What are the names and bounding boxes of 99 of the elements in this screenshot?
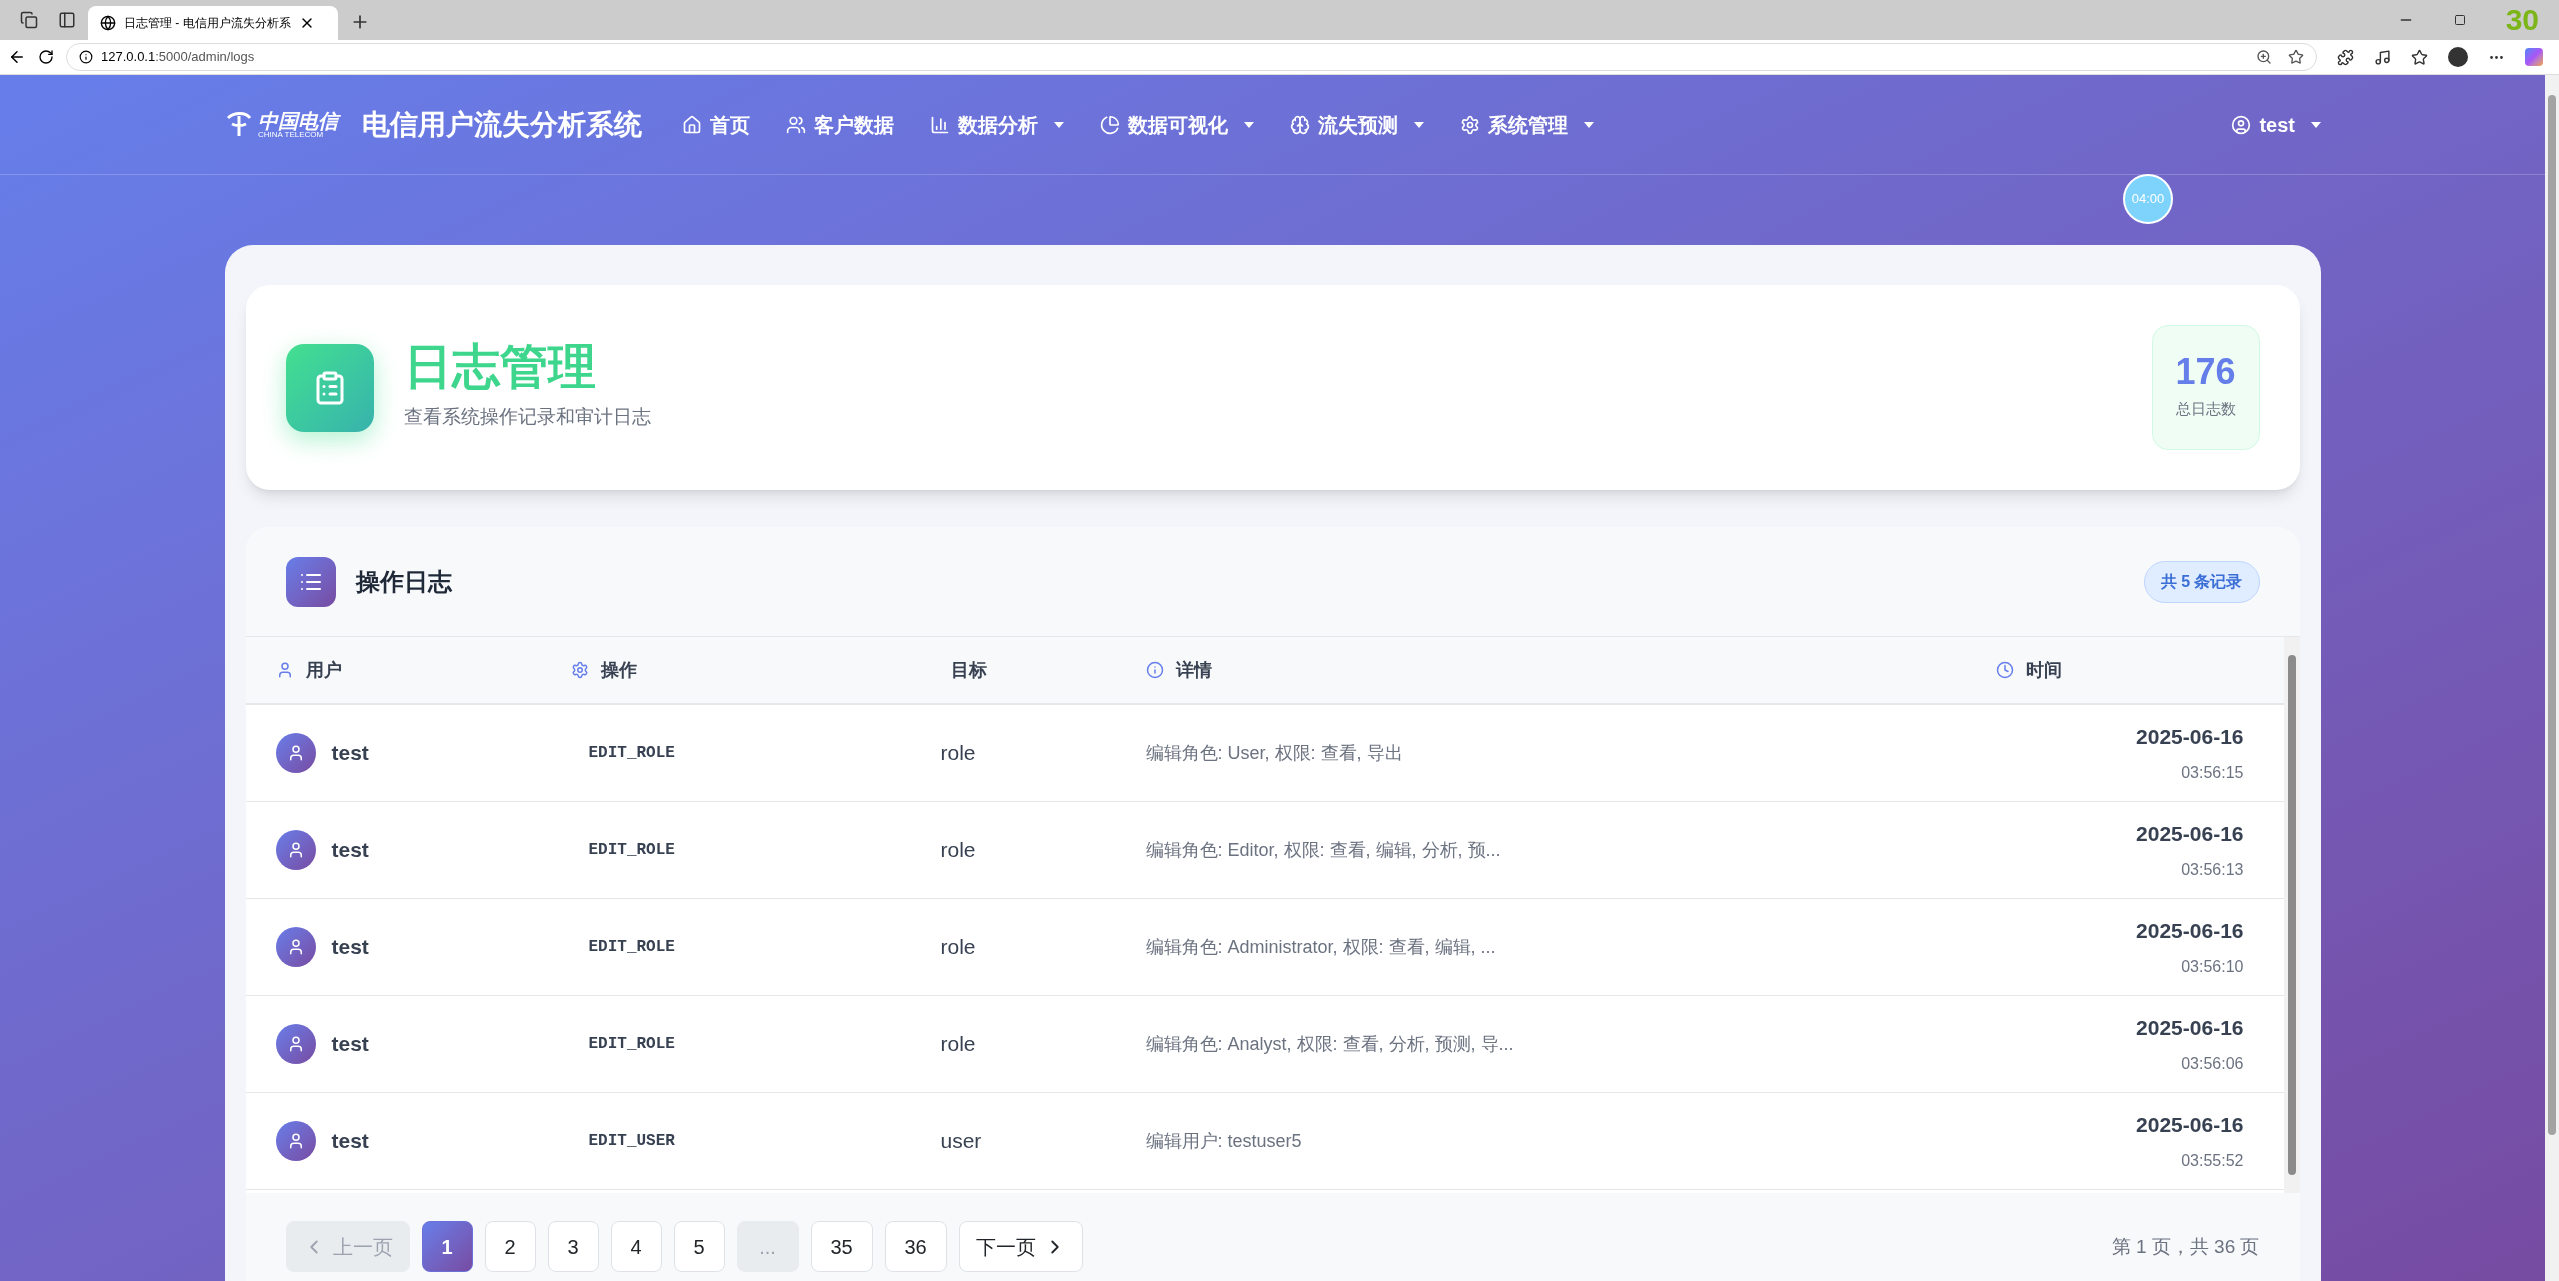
nav-link[interactable]: 数据可视化 [1100,109,1254,140]
page-button[interactable]: 4 [610,1221,662,1272]
table-cell-text: 03:56:10 [2181,956,2244,977]
caret-icon [2311,121,2321,128]
page-button[interactable]: 5 [673,1221,725,1272]
action-code: EDIT_ROLE [587,743,676,764]
table-cell-text: test [331,837,369,864]
tab-title: 日志管理 - 电信用户流失分析系 [124,15,291,32]
page-button[interactable]: 36 [884,1221,947,1272]
copilot-icon[interactable] [2525,48,2543,66]
table-cell-text: role [940,740,977,767]
url-text: 127.0.0.1:5000/admin/logs [101,48,255,67]
stat-value: 176 [2175,354,2236,391]
reload-icon[interactable] [38,49,54,65]
record-count-badge: 共 5 条记录 [2143,560,2260,603]
column-header[interactable]: 目标 [950,656,987,684]
table-cell-text: test [331,740,369,767]
brand-title[interactable]: 电信用户流失分析系统 [362,103,642,146]
zoom-icon[interactable] [2256,49,2272,65]
page-button[interactable]: 35 [810,1221,873,1272]
nav-link[interactable]: 数据分析 [930,109,1064,140]
workspaces-icon[interactable] [20,11,38,29]
page-button[interactable]: 3 [547,1221,599,1272]
section-title: 操作日志 [355,566,452,597]
user-icon [2231,114,2252,135]
favorites-icon[interactable] [2411,48,2428,66]
clipboard-icon [285,343,374,432]
table-cell-text: 03:55:52 [2181,1150,2244,1171]
table-cell-text: role [940,837,977,864]
nav-link[interactable]: 首页 [682,109,750,140]
table-cell-text: test [331,934,369,961]
browser-tab[interactable]: 日志管理 - 电信用户流失分析系 [88,6,338,40]
extensions-icon[interactable] [2337,48,2354,66]
nav-icon [930,114,950,135]
next-page-button[interactable]: 下一页 [958,1221,1083,1272]
table-cell-text: 编辑用户: testuser5 [1145,1129,1303,1153]
favorite-icon[interactable] [2288,49,2304,65]
column-header[interactable]: 操作 [600,656,637,684]
avatar-icon [275,830,316,870]
page-info: 第 1 页，共 36 页 [2111,1235,2260,1259]
avatar-icon [275,927,316,967]
list-icon [285,556,336,607]
nav-link[interactable]: 客户数据 [786,109,894,140]
tab-actions-icon[interactable] [58,11,76,29]
nav-link[interactable]: 系统管理 [1460,109,1594,140]
table-cell-text: 编辑角色: Administrator, 权限: 查看, 编辑, ... [1145,935,1497,959]
nav-link[interactable]: 流失预测 [1290,109,1424,140]
page-button[interactable]: 2 [484,1221,536,1272]
page-button[interactable]: 1 [421,1221,473,1272]
action-code: EDIT_ROLE [587,840,676,861]
user-menu[interactable]: test [2231,109,2321,140]
table-cell-text: user [940,1128,983,1155]
table-cell-text: test [331,1128,369,1155]
column-header[interactable]: 时间 [2025,656,2062,684]
timer-bubble: 04:00 [2123,174,2173,224]
stat-label: 总日志数 [2175,399,2236,420]
page-title: 日志管理 [403,343,597,392]
page-scrollbar[interactable] [2545,75,2559,1281]
table-cell-text: 2025-06-16 [2136,724,2244,751]
table-cell-text: 编辑角色: User, 权限: 查看, 导出 [1145,741,1404,765]
back-icon[interactable] [8,48,26,66]
action-code: EDIT_USER [587,1131,676,1152]
column-header[interactable]: 详情 [1175,656,1212,684]
column-icon [1145,661,1164,679]
table-cell-text: 2025-06-16 [2136,1112,2244,1139]
table-cell-text: 编辑角色: Analyst, 权限: 查看, 分析, 预测, 导... [1145,1032,1515,1056]
restore-icon[interactable] [2453,14,2466,26]
nav-icon [682,114,702,135]
scrollbar[interactable] [2283,637,2300,1193]
media-icon[interactable] [2374,48,2391,66]
column-icon [1995,661,2014,679]
table-cell-text: 2025-06-16 [2136,821,2244,848]
action-code: EDIT_ROLE [587,937,676,958]
pagination-ellipsis: ... [736,1221,799,1272]
nav-icon [786,114,806,135]
nav-icon [1290,114,1310,135]
table-cell-text: role [940,1031,977,1058]
globe-icon [100,15,116,31]
avatar-icon [275,733,316,773]
table-cell-text: 2025-06-16 [2136,1015,2244,1042]
column-icon [570,661,589,679]
nav-icon [1100,114,1120,135]
site-info-icon[interactable] [79,50,93,64]
action-code: EDIT_ROLE [587,1034,676,1055]
avatar-icon [275,1024,316,1064]
nav-icon [1460,114,1480,135]
profile-avatar[interactable] [2448,47,2468,67]
table-cell-text: 03:56:13 [2181,859,2244,880]
table-cell-text: 2025-06-16 [2136,918,2244,945]
table-cell-text: 03:56:06 [2181,1053,2244,1074]
logo-subtext: CHINA TELECOM [258,130,324,139]
column-header[interactable]: 用户 [305,656,342,684]
table-cell-text: test [331,1031,369,1058]
table-cell-text: role [940,934,977,961]
page-subtitle: 查看系统操作记录和审计日志 [403,405,651,430]
table-cell-text: 编辑角色: Editor, 权限: 查看, 编辑, 分析, 预... [1145,838,1502,862]
avatar-icon [275,1121,316,1161]
frame-rate-counter: 30 [2505,5,2539,35]
table-cell-text: 03:56:15 [2181,762,2244,783]
